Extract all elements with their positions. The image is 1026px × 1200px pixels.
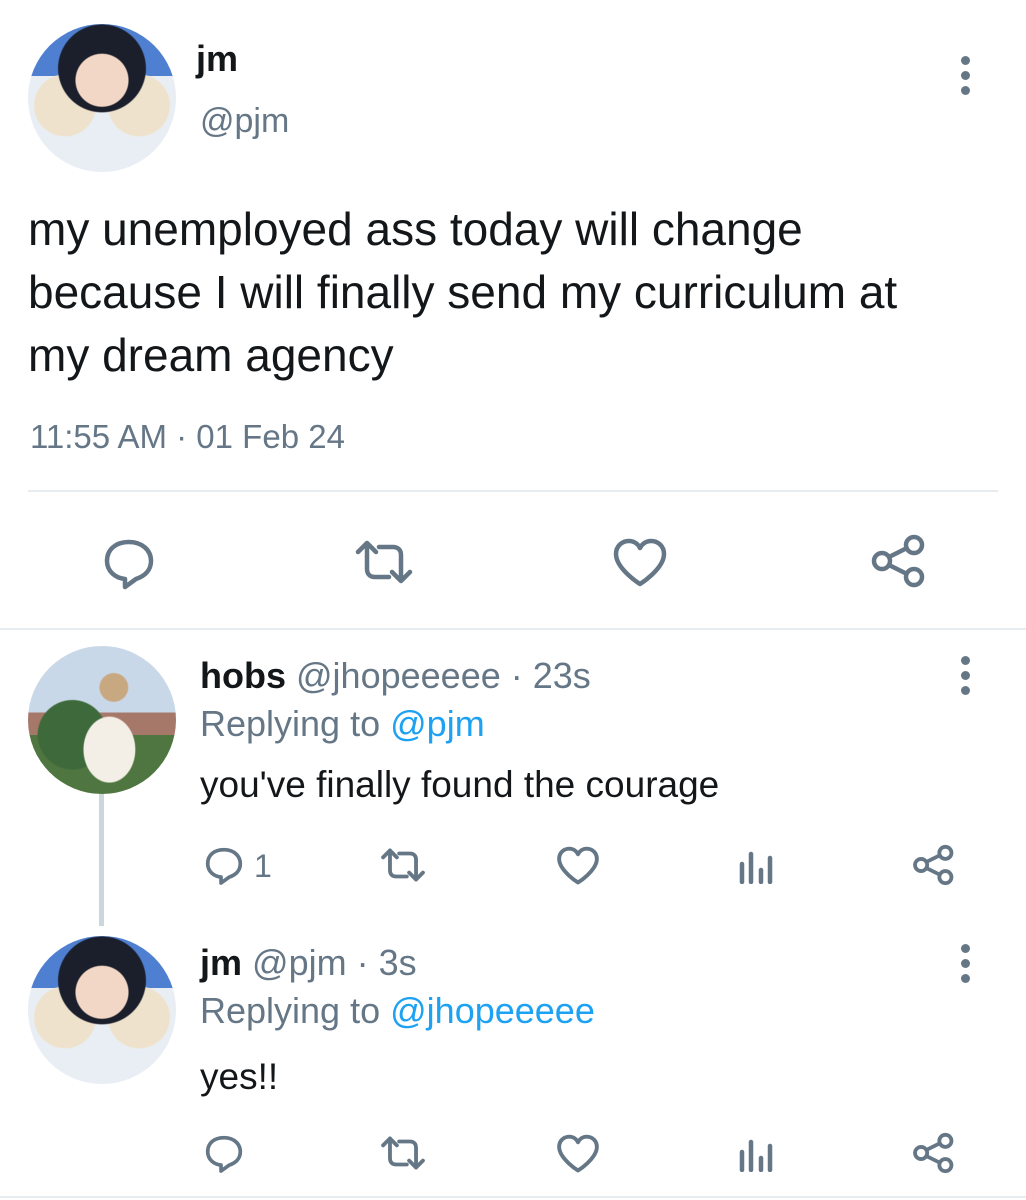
avatar[interactable] [28, 936, 176, 1084]
display-name[interactable]: hobs [200, 655, 286, 696]
retweet-icon[interactable] [354, 540, 414, 584]
replying-to-line: Replying to @jhopeeeee [200, 990, 595, 1032]
tweet-text-line: because I will finally send my curriculu… [28, 266, 898, 318]
reply-text: yes!! [200, 1056, 279, 1097]
thread-line [99, 794, 104, 926]
reply-header: hobs @jhopeeeee · 23s [200, 655, 591, 697]
more-options-icon[interactable] [961, 56, 971, 101]
like-icon[interactable] [556, 846, 600, 886]
avatar[interactable] [28, 24, 176, 172]
like-icon[interactable] [556, 1134, 600, 1174]
display-name[interactable]: jm [196, 38, 238, 80]
handle[interactable]: @pjm [200, 102, 289, 141]
more-options-icon[interactable] [961, 656, 971, 701]
display-name[interactable]: jm [200, 942, 242, 983]
share-icon[interactable] [912, 844, 956, 886]
reply-age: · 3s [356, 942, 417, 983]
share-icon[interactable] [912, 1132, 956, 1174]
replying-to-link[interactable]: @pjm [390, 703, 485, 744]
replying-to-label: Replying to [200, 703, 381, 744]
share-icon[interactable] [870, 534, 928, 588]
reply-count: 1 [254, 848, 272, 884]
tweet-text-line: my dream agency [28, 329, 394, 381]
replying-to-line: Replying to @pjm [200, 703, 485, 745]
replying-to-label: Replying to [200, 990, 381, 1031]
retweet-icon[interactable] [380, 848, 426, 882]
divider [0, 628, 1026, 630]
reply-icon[interactable] [204, 846, 244, 886]
reply-text: you've finally found the courage [200, 764, 720, 805]
reply-icon[interactable] [102, 538, 156, 590]
divider [0, 1196, 1026, 1198]
tweet-text-line: my unemployed ass today will change [28, 203, 803, 255]
tweet-text: my unemployed ass today will change beca… [28, 198, 897, 387]
reply-age: · 23s [510, 655, 591, 696]
tweet-timestamp[interactable]: 11:55 AM · 01 Feb 24 [30, 418, 345, 456]
analytics-icon[interactable] [738, 846, 774, 884]
retweet-icon[interactable] [380, 1136, 426, 1170]
like-icon[interactable] [612, 538, 668, 588]
analytics-icon[interactable] [738, 1134, 774, 1172]
divider [28, 490, 998, 492]
more-options-icon[interactable] [961, 944, 971, 989]
handle[interactable]: @pjm [252, 942, 347, 983]
handle[interactable]: @jhopeeeee [296, 655, 501, 696]
reply-icon[interactable] [204, 1134, 244, 1174]
replying-to-link[interactable]: @jhopeeeee [390, 990, 595, 1031]
reply-header: jm @pjm · 3s [200, 942, 417, 984]
avatar[interactable] [28, 646, 176, 794]
